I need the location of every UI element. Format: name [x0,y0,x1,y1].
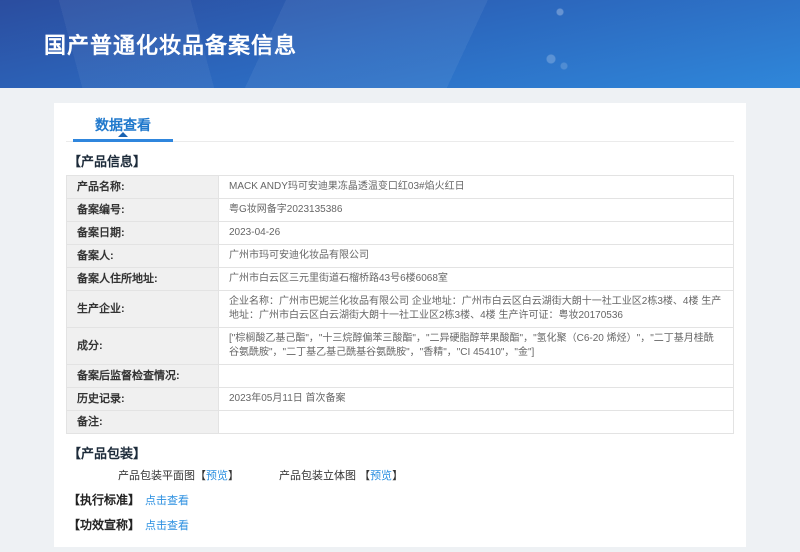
row-label: 生产企业: [66,290,219,328]
page-title: 国产普通化妆品备案信息 [44,33,298,58]
section-packaging-title: 【产品包装】 [68,446,147,461]
table-row: 备注: [66,410,734,434]
row-value: 2023-04-26 [218,221,734,245]
row-label: 备案人: [66,244,219,268]
tab-active-triangle-icon [118,132,128,137]
page-body: 数据查看 【产品信息】 产品名称: MACK ANDY玛可安迪果冻晶透温变口红03… [0,88,800,552]
packaging-item-label: 产品包装立体图 [279,470,360,482]
row-value: 广州市白云区三元里街道石榴桥路43号6楼6068室 [218,267,734,291]
packaging-item-label: 产品包装平面图 [118,470,195,482]
row-label: 产品名称: [66,175,219,199]
tab-bar: 数据查看 [66,111,734,142]
packaging-links-row: 产品包装平面图【预览】 产品包装立体图 【预览】 [118,467,734,483]
section-product-info-title: 【产品信息】 [68,154,147,169]
page-footer: 本站由国家药品监督管理局主办 版权所有 Copyright © NMPA All… [54,547,746,552]
table-row: 成分: ["棕榈酸乙基己酯"，"十三烷醇偏苯三酸酯"，"二异硬脂醇苹果酸酯"，"氢… [66,327,734,365]
bracket-close: 】 [228,470,239,482]
row-value: 企业名称：广州市巴妮兰化妆品有限公司 企业地址：广州市白云区白云湖街大朗十一社工… [218,290,734,328]
row-value [218,364,734,388]
tab-data-view[interactable]: 数据查看 [73,111,173,142]
packaging-item: 产品包装平面图【预览】 [118,467,239,483]
product-info-table: 产品名称: MACK ANDY玛可安迪果冻晶透温变口红03#焰火红日 备案编号: 粤G… [66,175,734,434]
extra-link-label: 【功效宣称】 [68,518,141,532]
table-row: 产品名称: MACK ANDY玛可安迪果冻晶透温变口红03#焰火红日 [66,175,734,199]
extra-link-label: 【执行标准】 [68,493,141,507]
row-value [218,410,734,434]
bracket-close: 】 [392,470,404,482]
row-label: 备案后监督检查情况: [66,364,219,388]
extra-links-block: 【执行标准】 点击查看 【功效宣称】 点击查看 [66,491,734,533]
row-value: MACK ANDY玛可安迪果冻晶透温变口红03#焰火红日 [218,175,734,199]
extra-link-line: 【功效宣称】 点击查看 [68,516,734,533]
table-row: 备案后监督检查情况: [66,364,734,388]
row-label: 备案人住所地址: [66,267,219,291]
click-to-view-link[interactable]: 点击查看 [145,495,189,507]
page-header: 国产普通化妆品备案信息 [0,0,800,88]
table-row: 生产企业: 企业名称：广州市巴妮兰化妆品有限公司 企业地址：广州市白云区白云湖街大… [66,290,734,328]
click-to-view-link[interactable]: 点击查看 [145,520,189,532]
bracket-open: 【 [359,470,371,482]
row-label: 成分: [66,327,219,365]
table-row: 备案人: 广州市玛可安迪化妆品有限公司 [66,244,734,268]
row-label: 历史记录: [66,387,219,411]
row-value: ["棕榈酸乙基己酯"，"十三烷醇偏苯三酸酯"，"二异硬脂醇苹果酸酯"，"氢化聚（… [218,327,734,365]
content-card: 数据查看 【产品信息】 产品名称: MACK ANDY玛可安迪果冻晶透温变口红03… [54,103,746,547]
bracket-open: 【 [195,470,206,482]
row-label: 备案日期: [66,221,219,245]
row-value: 粤G妆网备字2023135386 [218,198,734,222]
table-row: 备案编号: 粤G妆网备字2023135386 [66,198,734,222]
row-label: 备案编号: [66,198,219,222]
table-row: 备案人住所地址: 广州市白云区三元里街道石榴桥路43号6楼6068室 [66,267,734,291]
packaging-preview-link[interactable]: 预览 [370,470,392,482]
table-row: 备案日期: 2023-04-26 [66,221,734,245]
row-label: 备注: [66,410,219,434]
packaging-item: 产品包装立体图 【预览】 [279,467,403,483]
packaging-preview-link[interactable]: 预览 [206,470,228,482]
table-row: 历史记录: 2023年05月11日 首次备案 [66,387,734,411]
extra-link-line: 【执行标准】 点击查看 [68,491,734,508]
row-value: 广州市玛可安迪化妆品有限公司 [218,244,734,268]
row-value: 2023年05月11日 首次备案 [218,387,734,411]
